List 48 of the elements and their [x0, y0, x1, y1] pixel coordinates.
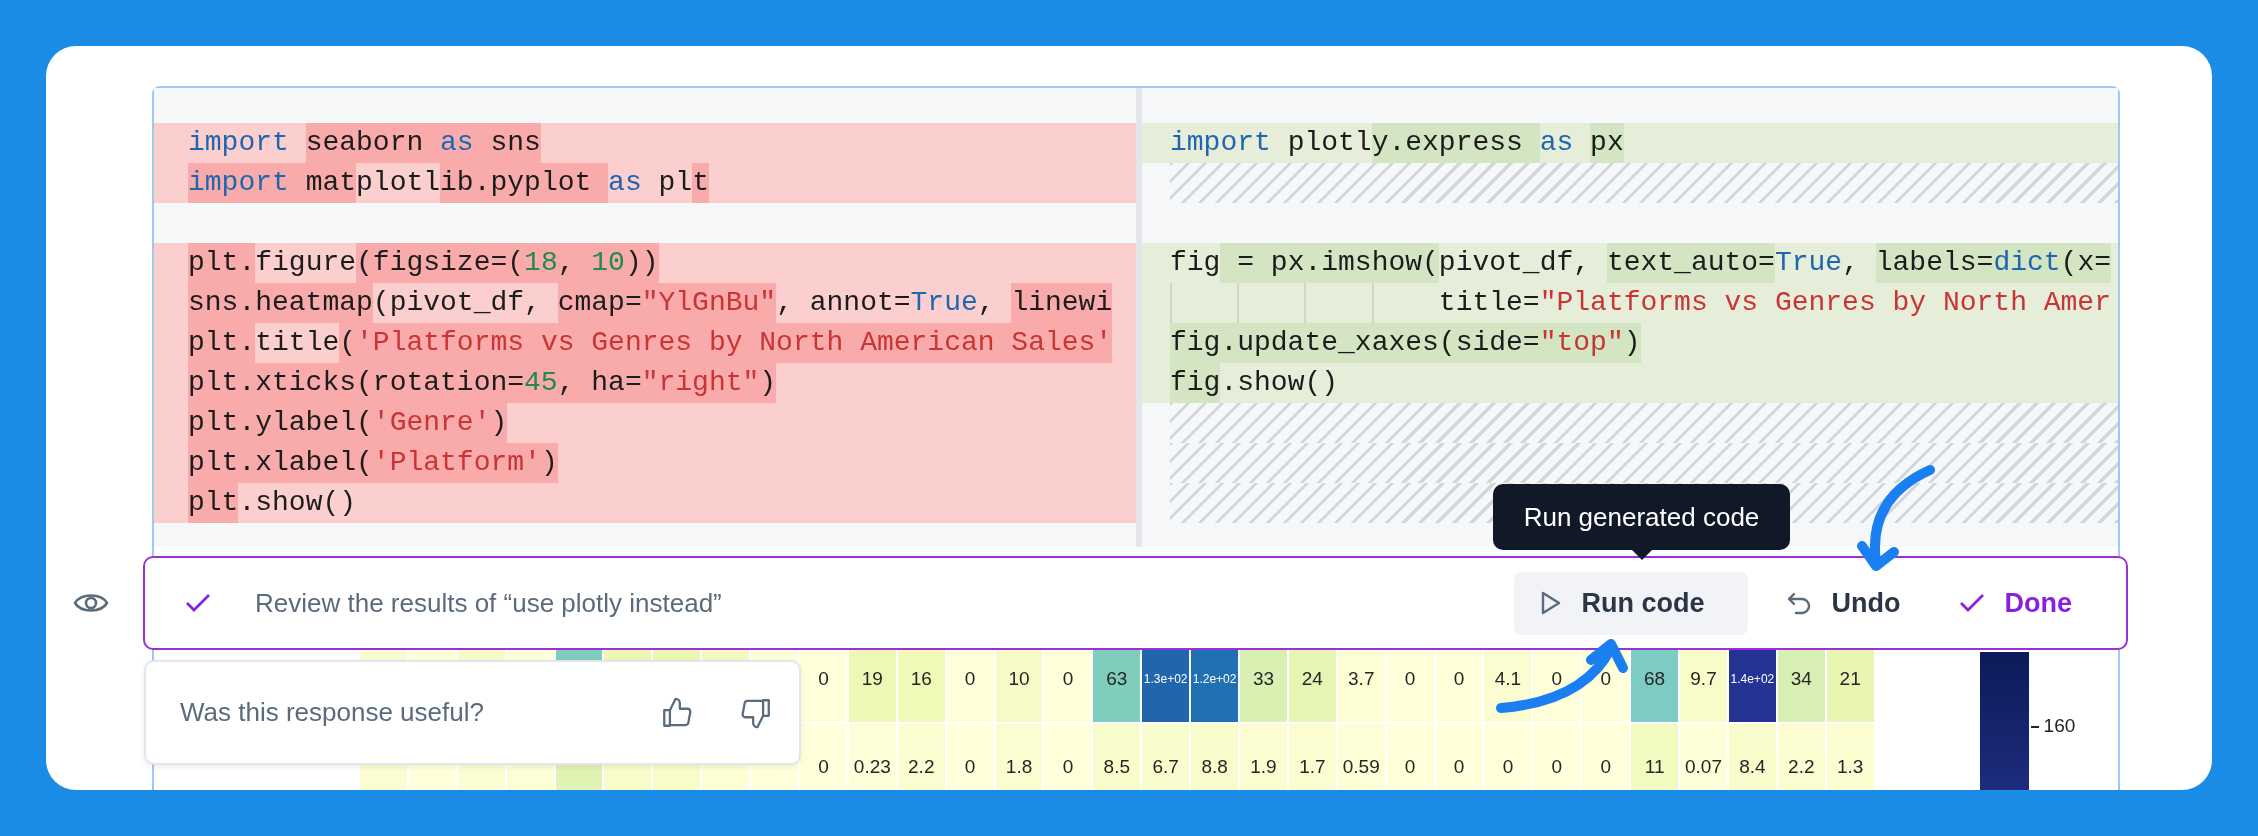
code-line: import seaborn as sns	[188, 123, 541, 163]
code-line: fig.show()	[1170, 363, 1339, 403]
colorbar-tick-label: 160	[2043, 715, 2076, 737]
heatmap-cell: 8.5	[1092, 723, 1142, 790]
code-line: plt.title('Platforms vs Genres by North American Sales'	[188, 323, 1113, 363]
check-icon	[185, 593, 211, 613]
heatmap-cell: 8.4	[1727, 723, 1777, 790]
heatmap-cell: 0	[1581, 723, 1631, 790]
code-line: fig.update_xaxes(side="top")	[1170, 323, 1641, 363]
heatmap-cell: 6.7	[1141, 723, 1191, 790]
heatmap-cell: 11	[1630, 723, 1680, 790]
heatmap-cell: 1.9	[1239, 723, 1288, 790]
code-line: fig = px.imshow(pivot_df, text_auto=True, labels=dict(x=	[1170, 243, 2111, 283]
done-button[interactable]: Done	[1932, 571, 2092, 635]
undo-icon	[1785, 591, 1812, 615]
code-line: sns.heatmap(pivot_df, cmap="YlGnBu", annot=True, linewi	[188, 283, 1113, 323]
heatmap-cell: 0.59	[1336, 723, 1386, 790]
check-icon	[1958, 593, 1985, 613]
heatmap-cell: 0	[1483, 723, 1533, 790]
code-line: plt.ylabel('Genre')	[188, 403, 508, 443]
thumbs-up-icon[interactable]	[660, 695, 694, 730]
heatmap-cell: 0	[945, 723, 995, 790]
feedback-question: Was this response useful?	[180, 697, 484, 728]
run-code-button[interactable]: Run code	[1513, 571, 1748, 635]
heatmap-cell: 1.8	[994, 723, 1044, 790]
code-line: import matplotlib.pyplot as plt	[188, 163, 709, 203]
heatmap-cell: 1.7	[1287, 723, 1337, 790]
code-line: plt.xticks(rotation=45, ha="right")	[188, 363, 777, 403]
heatmap-cell: 0.07	[1679, 723, 1728, 790]
heatmap-cell: 2.2	[1776, 723, 1826, 790]
heatmap-cell: 0	[1434, 723, 1484, 790]
play-icon	[1539, 590, 1562, 616]
tick-mark	[2030, 726, 2039, 728]
review-message: Review the results of “use plotly instead”	[255, 587, 722, 619]
heatmap-cell: 0	[799, 723, 848, 790]
heatmap-cell: 0	[1385, 723, 1435, 790]
code-line: plt.xlabel('Platform')	[188, 443, 558, 483]
heatmap-cell: 2.2	[896, 723, 946, 790]
code-line: plt.show()	[188, 483, 357, 523]
heatmap-cell: 1.3	[1825, 723, 1875, 790]
heatmap-cell: 0.23	[847, 723, 897, 790]
heatmap-cell: 0	[1532, 723, 1582, 790]
heatmap-cell: 8.8	[1190, 723, 1240, 790]
undo-button[interactable]: Undo	[1759, 571, 1921, 635]
heatmap-cell: 0	[1043, 723, 1093, 790]
code-line: import plotly.express as px	[1170, 123, 1624, 163]
code-line: plt.figure(figsize=(18, 10))	[188, 243, 659, 283]
tooltip: Run generated code	[1493, 484, 1790, 560]
